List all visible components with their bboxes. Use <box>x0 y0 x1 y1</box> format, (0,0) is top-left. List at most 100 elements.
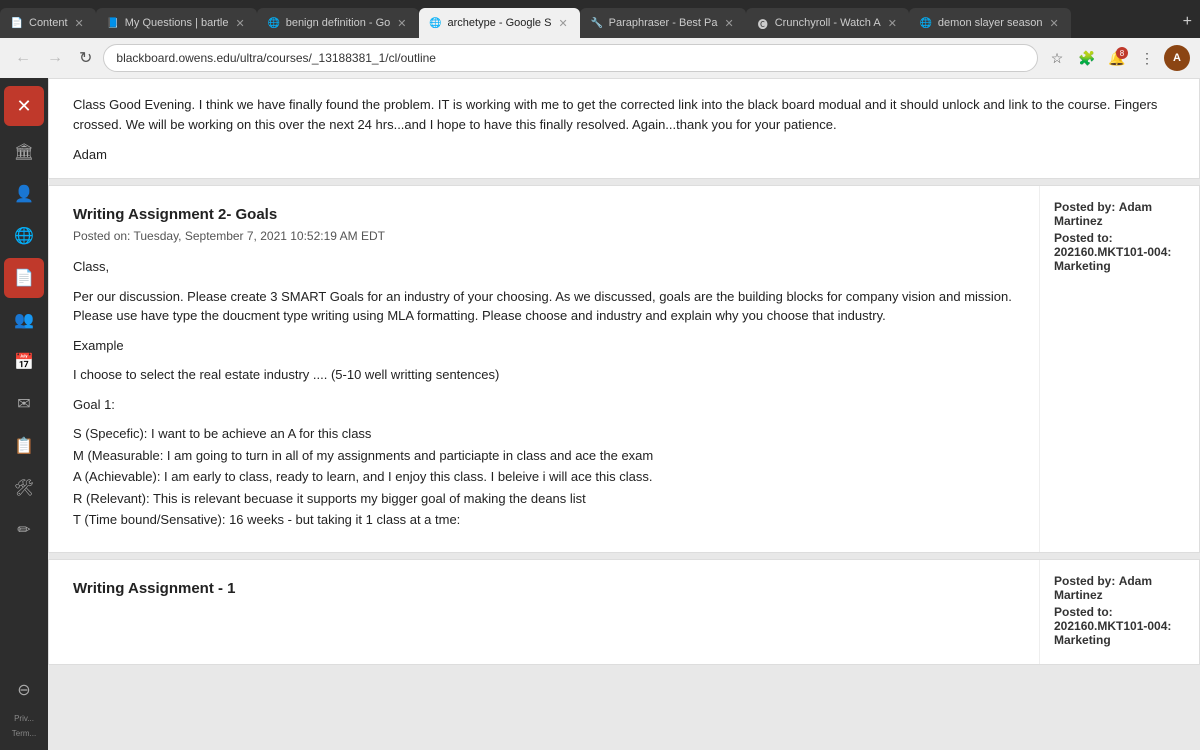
browser-tab-tab-crunchyroll[interactable]: 🅒 Crunchyroll - Watch A ✕ <box>746 8 909 38</box>
sidebar-item-tools[interactable]: 🛠 <box>4 468 44 508</box>
tab-label: Paraphraser - Best Pa <box>609 17 718 29</box>
post-example-label: Example <box>73 336 1015 356</box>
tab-close-button[interactable]: ✕ <box>395 15 408 32</box>
tab-bar: 📄 Content ✕ 📘 My Questions | bartle ✕ 🌐 … <box>0 0 1200 38</box>
tab-label: archetype - Google S <box>448 17 552 29</box>
tab-label: demon slayer season <box>938 17 1043 29</box>
tab-label: benign definition - Go <box>286 17 391 29</box>
goal-line-item: M (Measurable: I am going to turn in all… <box>73 446 1015 466</box>
edit-icon: ✏ <box>17 520 30 540</box>
tab-close-button[interactable]: ✕ <box>886 15 899 32</box>
post2-posted-to-label: Posted to: 202160.MKT101-004: Marketing <box>1054 605 1185 647</box>
tab-favicon: 🅒 <box>756 16 770 30</box>
sidebar-item-edit[interactable]: ✏ <box>4 510 44 550</box>
partial-post-body: Class Good Evening. I think we have fina… <box>73 95 1175 135</box>
tools-icon: 🛠 <box>14 478 34 498</box>
post2-posted-to-value: 202160.MKT101-004: Marketing <box>1054 619 1171 647</box>
sidebar-footer-term: Term... <box>10 727 38 740</box>
nav-bar: ← → ↻ ☆ 🧩 🔔 8 ⋮ A <box>0 38 1200 78</box>
app-body: ✕ 🏛 👤 🌐 📄 👥 📅 ✉ 📋 🛠 ✏ <box>0 78 1200 750</box>
content-area: Class Good Evening. I think we have fina… <box>48 78 1200 750</box>
forward-button[interactable]: → <box>42 47 68 69</box>
sidebar-item-globe[interactable]: 🌐 <box>4 216 44 256</box>
sidebar-item-help[interactable]: ⊖ <box>4 670 44 710</box>
sidebar-footer-priv: Priv... <box>12 712 36 725</box>
post2-posted-to-key: Posted to: <box>1054 605 1113 619</box>
back-button[interactable]: ← <box>10 47 36 69</box>
post-writing-assignment-2: Writing Assignment 2- Goals Posted on: T… <box>48 185 1200 553</box>
post-example-text: I choose to select the real estate indus… <box>73 365 1015 385</box>
tab-favicon: 📄 <box>10 16 24 30</box>
post2-posted-by-label: Posted by: Adam Martinez <box>1054 574 1185 602</box>
refresh-button[interactable]: ↻ <box>74 46 97 70</box>
post-metadata-sidebar: Posted by: Adam Martinez Posted to: 2021… <box>1039 186 1199 552</box>
goal-line-item: T (Time bound/Sensative): 16 weeks - but… <box>73 510 1015 530</box>
browser-tab-tab-archetype[interactable]: 🌐 archetype - Google S ✕ <box>419 8 580 38</box>
group-icon: 👥 <box>14 310 34 330</box>
goal-lines: S (Specefic): I want to be achieve an A … <box>73 424 1015 530</box>
goal-line-item: R (Relevant): This is relevant becuase i… <box>73 489 1015 509</box>
nav-actions: ☆ 🧩 🔔 8 ⋮ A <box>1044 45 1190 71</box>
browser-tab-tab-paraphraser[interactable]: 🔧 Paraphraser - Best Pa ✕ <box>580 8 746 38</box>
partial-post-signature: Adam <box>73 147 1175 162</box>
post-date: Posted on: Tuesday, September 7, 2021 10… <box>73 229 1015 243</box>
sidebar-item-notes[interactable]: 📋 <box>4 426 44 466</box>
post2-metadata-sidebar: Posted by: Adam Martinez Posted to: 2021… <box>1039 560 1199 664</box>
post-writing-assignment-1: Writing Assignment - 1 Posted by: Adam M… <box>48 559 1200 665</box>
extensions-button[interactable]: 🧩 <box>1074 45 1100 71</box>
posted-to-label: Posted to: 202160.MKT101-004: Marketing <box>1054 231 1185 273</box>
post-paragraph1: Per our discussion. Please create 3 SMAR… <box>73 287 1015 326</box>
sidebar-item-user[interactable]: 👤 <box>4 174 44 214</box>
browser-tab-tab-demonslayer[interactable]: 🌐 demon slayer season ✕ <box>909 8 1071 38</box>
browser-tab-tab-benign[interactable]: 🌐 benign definition - Go ✕ <box>257 8 419 38</box>
post-intro: Class, <box>73 257 1015 277</box>
tab-close-button[interactable]: ✕ <box>556 15 569 32</box>
notifications-button[interactable]: 🔔 8 <box>1104 45 1130 71</box>
post2-title: Writing Assignment - 1 <box>73 580 1015 597</box>
sidebar-item-mail[interactable]: ✉ <box>4 384 44 424</box>
post-title: Writing Assignment 2- Goals <box>73 206 1015 223</box>
post2-posted-by-key: Posted by: <box>1054 574 1115 588</box>
post2-main-content: Writing Assignment - 1 <box>49 560 1039 664</box>
bookmark-button[interactable]: ☆ <box>1044 45 1070 71</box>
tab-favicon: 🔧 <box>590 16 604 30</box>
tab-close-button[interactable]: ✕ <box>723 15 736 32</box>
posted-to-value: 202160.MKT101-004: Marketing <box>1054 245 1171 273</box>
sidebar-item-institution[interactable]: 🏛 <box>4 132 44 172</box>
posted-to-key: Posted to: <box>1054 231 1113 245</box>
address-bar[interactable] <box>103 44 1038 72</box>
sidebar-item-group[interactable]: 👥 <box>4 300 44 340</box>
notes-icon: 📋 <box>14 436 34 456</box>
document-icon: 📄 <box>14 268 34 288</box>
sidebar-bottom: ⊖ Priv... Term... <box>4 670 44 750</box>
tab-close-button[interactable]: ✕ <box>233 15 246 32</box>
institution-icon: 🏛 <box>14 142 34 162</box>
post-goal1-label: Goal 1: <box>73 395 1015 415</box>
calendar-icon: 📅 <box>14 352 34 372</box>
globe-icon: 🌐 <box>14 226 34 246</box>
goal-line-item: S (Specefic): I want to be achieve an A … <box>73 424 1015 444</box>
more-tools-button[interactable]: ⋮ <box>1134 45 1160 71</box>
browser-tab-tab-content[interactable]: 📄 Content ✕ <box>0 8 96 38</box>
tab-close-button[interactable]: ✕ <box>73 15 86 32</box>
tab-label: My Questions | bartle <box>125 17 229 29</box>
post-body: Class, Per our discussion. Please create… <box>73 257 1015 530</box>
tab-label: Content <box>29 17 68 29</box>
profile-avatar[interactable]: A <box>1164 45 1190 71</box>
new-tab-button[interactable]: + <box>1175 13 1200 31</box>
browser-tab-tab-myquestions[interactable]: 📘 My Questions | bartle ✕ <box>96 8 257 38</box>
tab-close-button[interactable]: ✕ <box>1047 15 1060 32</box>
sidebar-item-calendar[interactable]: 📅 <box>4 342 44 382</box>
help-icon: ⊖ <box>17 680 30 700</box>
goal-line-item: A (Achievable): I am early to class, rea… <box>73 467 1015 487</box>
tab-favicon: 🌐 <box>919 16 933 30</box>
tab-favicon: 📘 <box>106 16 120 30</box>
post-main-content: Writing Assignment 2- Goals Posted on: T… <box>49 186 1039 552</box>
tab-label: Crunchyroll - Watch A <box>775 17 881 29</box>
sidebar-item-document[interactable]: 📄 <box>4 258 44 298</box>
sidebar-item-close[interactable]: ✕ <box>4 86 44 126</box>
partial-post: Class Good Evening. I think we have fina… <box>48 78 1200 179</box>
posted-by-key: Posted by: <box>1054 200 1115 214</box>
user-icon: 👤 <box>14 184 34 204</box>
tab-favicon: 🌐 <box>429 16 443 30</box>
